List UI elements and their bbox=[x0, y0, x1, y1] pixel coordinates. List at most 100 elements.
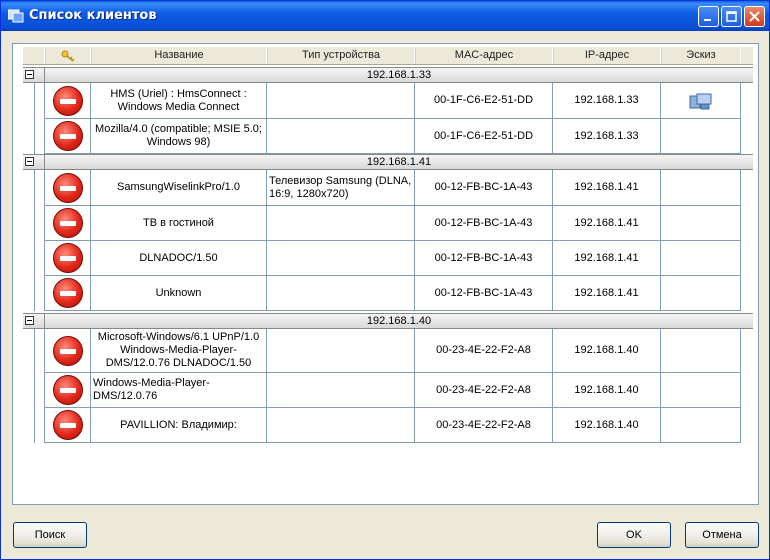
table-row[interactable]: PAVILLION: Владимир: 00-23-4E-22-F2-A8 1… bbox=[23, 408, 753, 443]
title-bar[interactable]: Список клиентов bbox=[1, 1, 769, 31]
maximize-button[interactable] bbox=[721, 6, 742, 27]
thumbnail bbox=[661, 276, 741, 311]
column-header-ip[interactable]: IP-адрес bbox=[553, 47, 661, 64]
table-row[interactable]: Microsoft-Windows/6.1 UPnP/1.0 Windows-M… bbox=[23, 329, 753, 373]
group-label: 192.168.1.41 bbox=[44, 155, 753, 169]
ip-address: 192.168.1.41 bbox=[553, 276, 661, 311]
group-label: 192.168.1.40 bbox=[44, 314, 753, 328]
thumbnail bbox=[661, 408, 741, 443]
column-header-name[interactable]: Название bbox=[91, 47, 267, 64]
device-type bbox=[267, 276, 415, 311]
stop-icon bbox=[52, 85, 83, 116]
ip-address: 192.168.1.41 bbox=[553, 206, 661, 241]
column-header-status[interactable] bbox=[45, 47, 91, 64]
close-button[interactable] bbox=[744, 6, 765, 27]
device-icon bbox=[689, 93, 711, 109]
stop-icon bbox=[52, 410, 83, 440]
table-row[interactable]: ТВ в гостиной 00-12-FB-BC-1A-43 192.168.… bbox=[23, 206, 753, 241]
device-type bbox=[267, 119, 415, 154]
client-name: Windows-Media-Player-DMS/12.0.76 bbox=[91, 373, 267, 408]
thumbnail bbox=[661, 83, 741, 119]
client-name: SamsungWiselinkPro/1.0 bbox=[91, 170, 267, 206]
key-icon bbox=[61, 50, 75, 62]
group-header[interactable]: 192.168.1.33 bbox=[23, 67, 753, 83]
mac-address: 00-1F-C6-E2-51-DD bbox=[415, 83, 553, 119]
collapse-icon[interactable] bbox=[25, 316, 34, 325]
table-row[interactable]: DLNADOC/1.50 00-12-FB-BC-1A-43 192.168.1… bbox=[23, 241, 753, 276]
column-header-thumb[interactable]: Эскиз bbox=[661, 47, 741, 64]
table-header: Название Тип устройства MAC-адрес IP-адр… bbox=[23, 47, 753, 65]
device-type bbox=[267, 408, 415, 443]
group-header[interactable]: 192.168.1.41 bbox=[23, 154, 753, 170]
mac-address: 00-12-FB-BC-1A-43 bbox=[415, 241, 553, 276]
remove-client-button[interactable] bbox=[45, 119, 91, 154]
remove-client-button[interactable] bbox=[45, 408, 91, 443]
maximize-icon bbox=[726, 11, 737, 22]
ip-address: 192.168.1.40 bbox=[553, 329, 661, 373]
collapse-icon[interactable] bbox=[25, 70, 34, 79]
remove-client-button[interactable] bbox=[45, 373, 91, 408]
remove-client-button[interactable] bbox=[45, 206, 91, 241]
group-header[interactable]: 192.168.1.40 bbox=[23, 313, 753, 329]
device-type: Телевизор Samsung (DLNA, 16:9, 1280x720) bbox=[267, 170, 415, 206]
minimize-button[interactable] bbox=[698, 6, 719, 27]
client-name: Mozilla/4.0 (compatible; MSIE 5.0; Windo… bbox=[91, 119, 267, 154]
mac-address: 00-12-FB-BC-1A-43 bbox=[415, 170, 553, 206]
remove-client-button[interactable] bbox=[45, 241, 91, 276]
table-row[interactable]: Unknown 00-12-FB-BC-1A-43 192.168.1.41 bbox=[23, 276, 753, 311]
column-header-type[interactable]: Тип устройства bbox=[267, 47, 415, 64]
ip-address: 192.168.1.41 bbox=[553, 170, 661, 206]
table-row[interactable]: Mozilla/4.0 (compatible; MSIE 5.0; Windo… bbox=[23, 119, 753, 154]
table-row[interactable]: Windows-Media-Player-DMS/12.0.76 00-23-4… bbox=[23, 373, 753, 408]
client-name: Unknown bbox=[91, 276, 267, 311]
mac-address: 00-12-FB-BC-1A-43 bbox=[415, 276, 553, 311]
mac-address: 00-23-4E-22-F2-A8 bbox=[415, 329, 553, 373]
client-name: ТВ в гостиной bbox=[91, 206, 267, 241]
stop-icon bbox=[52, 335, 83, 366]
device-type bbox=[267, 83, 415, 119]
cancel-button[interactable]: Отмена bbox=[685, 522, 759, 548]
mac-address: 00-12-FB-BC-1A-43 bbox=[415, 206, 553, 241]
thumbnail bbox=[661, 241, 741, 276]
device-type bbox=[267, 329, 415, 373]
device-type bbox=[267, 206, 415, 241]
stop-icon bbox=[52, 278, 83, 308]
thumbnail bbox=[661, 119, 741, 154]
minimize-icon bbox=[704, 19, 711, 21]
remove-client-button[interactable] bbox=[45, 329, 91, 373]
collapse-icon[interactable] bbox=[25, 157, 34, 166]
mac-address: 00-23-4E-22-F2-A8 bbox=[415, 373, 553, 408]
ip-address: 192.168.1.41 bbox=[553, 241, 661, 276]
ip-address: 192.168.1.33 bbox=[553, 83, 661, 119]
thumbnail bbox=[661, 170, 741, 206]
table-row[interactable]: SamsungWiselinkPro/1.0 Телевизор Samsung… bbox=[23, 170, 753, 206]
clients-table: Название Тип устройства MAC-адрес IP-адр… bbox=[12, 43, 759, 505]
mac-address: 00-1F-C6-E2-51-DD bbox=[415, 119, 553, 154]
remove-client-button[interactable] bbox=[45, 276, 91, 311]
search-button[interactable]: Поиск bbox=[13, 522, 87, 548]
client-list-window: Список клиентов Название Тип устройства … bbox=[0, 0, 770, 560]
client-name: Microsoft-Windows/6.1 UPnP/1.0 Windows-M… bbox=[91, 329, 267, 373]
column-header-mac[interactable]: MAC-адрес bbox=[415, 47, 553, 64]
window-app-icon bbox=[8, 9, 24, 23]
client-name: HMS (Uriel) : HmsConnect : Windows Media… bbox=[91, 83, 267, 119]
stop-icon bbox=[52, 243, 83, 273]
thumbnail bbox=[661, 373, 741, 408]
stop-icon bbox=[52, 208, 83, 238]
device-type bbox=[267, 373, 415, 408]
thumbnail bbox=[661, 329, 741, 373]
remove-client-button[interactable] bbox=[45, 170, 91, 206]
remove-client-button[interactable] bbox=[45, 83, 91, 119]
table-row[interactable]: HMS (Uriel) : HmsConnect : Windows Media… bbox=[23, 83, 753, 119]
stop-icon bbox=[52, 375, 83, 405]
client-name: DLNADOC/1.50 bbox=[91, 241, 267, 276]
window-title: Список клиентов bbox=[29, 8, 157, 23]
stop-icon bbox=[52, 121, 83, 151]
close-icon bbox=[749, 11, 760, 22]
group-label: 192.168.1.33 bbox=[44, 68, 753, 82]
device-type bbox=[267, 241, 415, 276]
thumbnail bbox=[661, 206, 741, 241]
stop-icon bbox=[52, 172, 83, 203]
client-name: PAVILLION: Владимир: bbox=[91, 408, 267, 443]
ok-button[interactable]: OK bbox=[597, 522, 671, 548]
